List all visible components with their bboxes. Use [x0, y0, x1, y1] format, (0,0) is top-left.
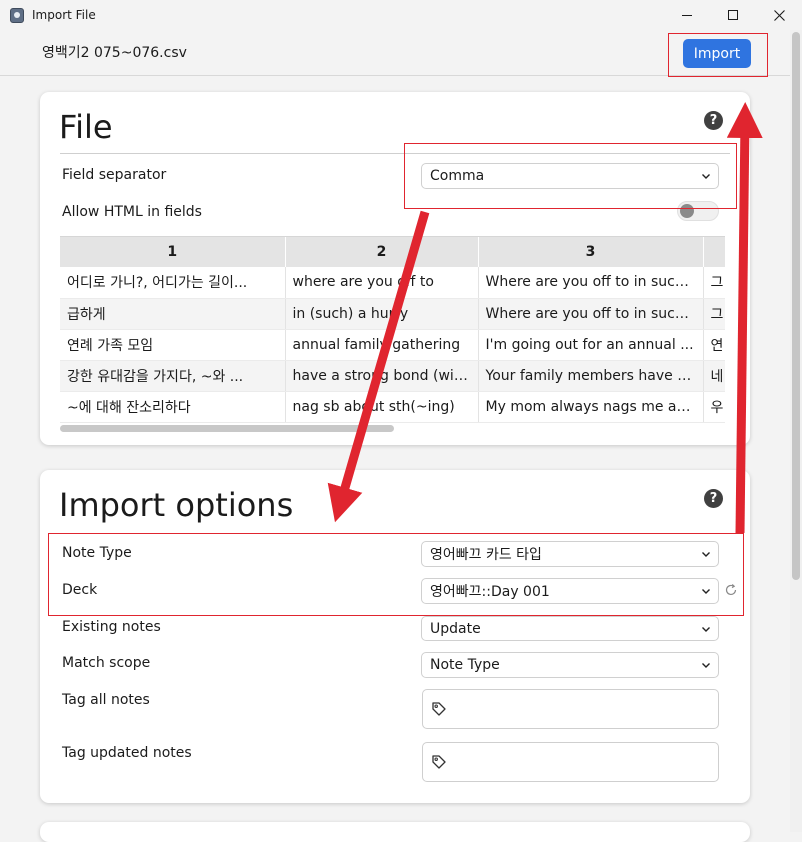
table-cell: Where are you off to in such...	[478, 298, 704, 330]
help-icon[interactable]: ?	[704, 489, 723, 508]
tag-all-label: Tag all notes	[62, 692, 150, 708]
column-header[interactable]: 2	[285, 237, 479, 267]
table-row: ~에 대해 잔소리하다 nag sb about sth(~ing) My mo…	[60, 391, 725, 423]
maximize-button[interactable]	[710, 0, 756, 30]
table-cell: 어디로 가니?, 어디가는 길이...	[60, 267, 286, 299]
close-button[interactable]	[756, 0, 802, 30]
table-horizontal-scrollbar[interactable]	[60, 425, 394, 432]
existing-notes-select[interactable]: Update	[421, 616, 719, 641]
table-cell: have a strong bond (with)	[285, 360, 479, 392]
tag-updated-input[interactable]	[422, 742, 719, 782]
column-header[interactable]	[703, 237, 725, 267]
table-cell: My mom always nags me ab...	[478, 391, 704, 423]
table-cell: 우	[703, 391, 725, 423]
table-row: 어디로 가니?, 어디가는 길이... where are you off to…	[60, 267, 725, 299]
annotation-box-note-deck	[48, 533, 744, 616]
close-icon	[773, 9, 785, 21]
column-header[interactable]: 3	[478, 237, 704, 267]
next-section-peek	[40, 822, 750, 842]
import-options-section: Import options ? Note Type 영어빠끄 카드 타입 De…	[40, 470, 750, 803]
existing-notes-label: Existing notes	[62, 619, 161, 635]
table-cell: 그	[703, 298, 725, 330]
table-cell: Where are you off to in such...	[478, 267, 704, 299]
table-row: 급하게 in (such) a hurry Where are you off …	[60, 298, 725, 330]
help-icon[interactable]: ?	[704, 111, 723, 130]
table-row: 연례 가족 모임 annual family gathering I'm goi…	[60, 329, 725, 361]
match-scope-label: Match scope	[62, 655, 151, 671]
window-title: Import File	[32, 8, 96, 22]
table-cell: 네	[703, 360, 725, 392]
window-titlebar: Import File	[0, 0, 802, 30]
table-cell: Your family members have a...	[478, 360, 704, 392]
table-cell: 연례 가족 모임	[60, 329, 286, 361]
field-separator-label: Field separator	[62, 167, 167, 183]
chevron-down-icon	[697, 620, 715, 638]
tag-updated-label: Tag updated notes	[62, 745, 192, 761]
minimize-icon	[682, 14, 692, 16]
vertical-scrollbar-thumb[interactable]	[792, 32, 800, 580]
minimize-button[interactable]	[664, 0, 710, 30]
match-scope-select[interactable]: Note Type	[421, 652, 719, 678]
table-cell: I'm going out for an annual ...	[478, 329, 704, 361]
table-cell: in (such) a hurry	[285, 298, 479, 330]
tag-all-input[interactable]	[422, 689, 719, 729]
table-cell: 연	[703, 329, 725, 361]
existing-notes-value: Update	[430, 620, 481, 637]
column-header[interactable]: 1	[60, 237, 286, 267]
file-name: 영백기2 075~076.csv	[42, 45, 187, 61]
annotation-box-import	[668, 33, 768, 77]
table-header-row: 1 2 3	[60, 237, 725, 267]
table-cell: where are you off to	[285, 267, 479, 299]
table-cell: nag sb about sth(~ing)	[285, 391, 479, 423]
tag-icon	[432, 755, 446, 769]
tag-icon	[432, 702, 446, 716]
table-row: 강한 유대감을 가지다, ~와 ... have a strong bond (…	[60, 360, 725, 392]
import-options-title: Import options	[59, 486, 294, 524]
maximize-icon	[728, 10, 738, 20]
app-icon	[10, 8, 24, 23]
preview-table: 1 2 3 어디로 가니?, 어디가는 길이... where are you …	[60, 236, 725, 433]
chevron-down-icon	[697, 656, 715, 674]
annotation-box-separator	[404, 143, 737, 209]
allow-html-label: Allow HTML in fields	[62, 204, 202, 220]
table-cell: annual family gathering	[285, 329, 479, 361]
table-cell: 급하게	[60, 298, 286, 330]
table-cell: ~에 대해 잔소리하다	[60, 391, 286, 423]
table-cell: 그	[703, 267, 725, 299]
table-cell: 강한 유대감을 가지다, ~와 ...	[60, 360, 286, 392]
match-scope-value: Note Type	[430, 657, 500, 673]
file-section-title: File	[59, 108, 113, 146]
